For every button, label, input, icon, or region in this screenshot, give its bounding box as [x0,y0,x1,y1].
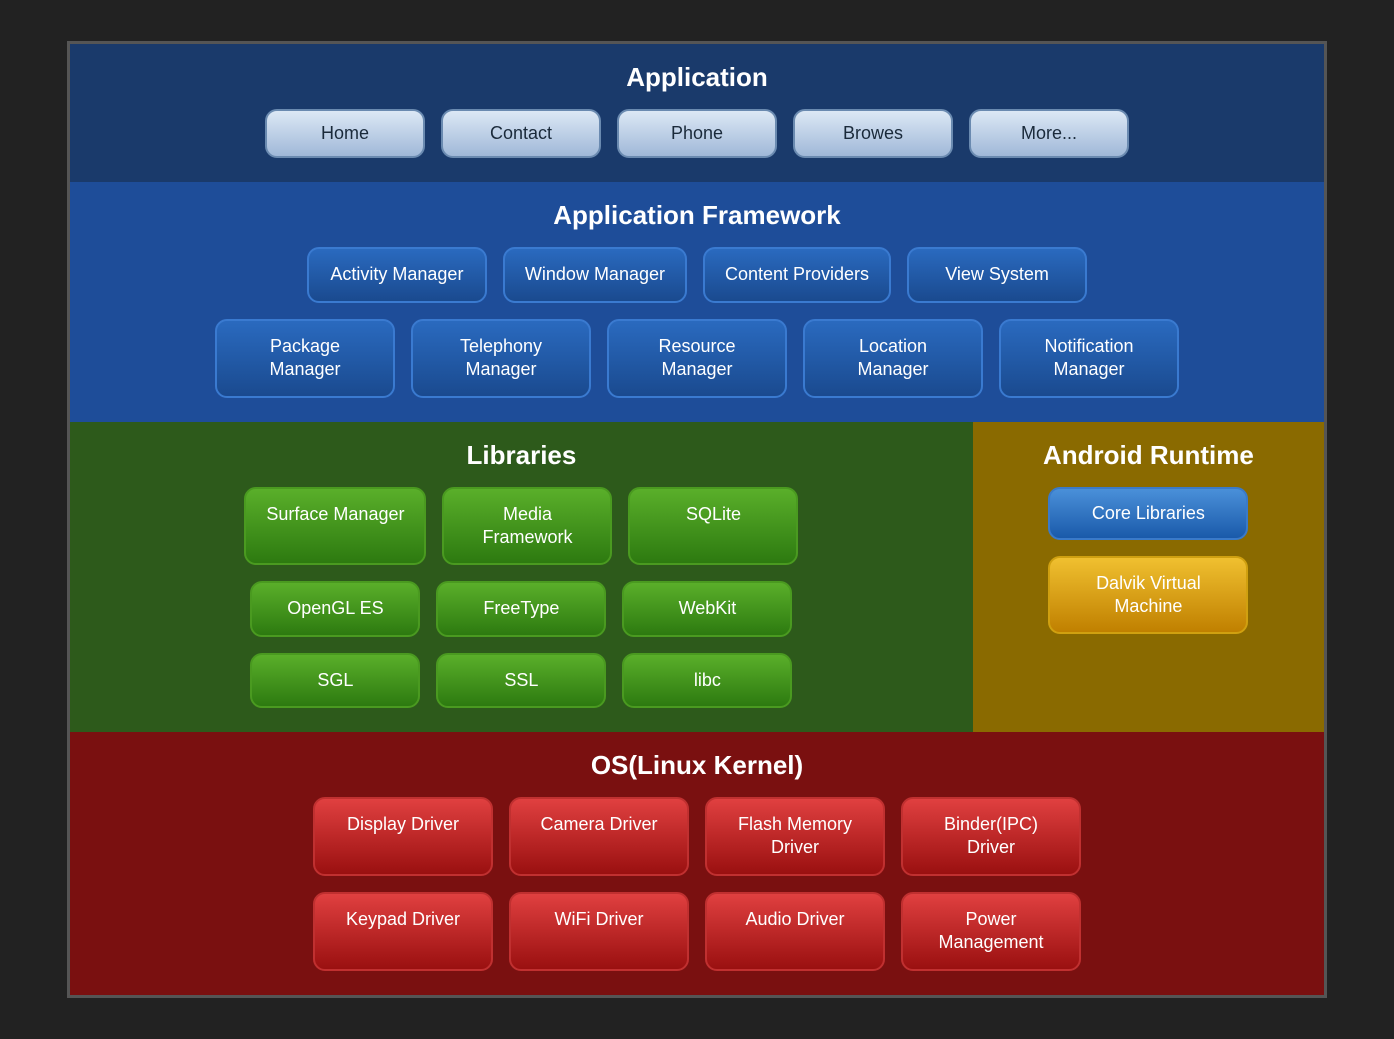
os-row2: Keypad DriverWiFi DriverAudio DriverPowe… [100,892,1294,971]
app-button: Phone [617,109,777,158]
runtime-section: Android Runtime Core Libraries Dalvik Vi… [973,422,1324,733]
library-button: SQLite [628,487,798,566]
library-button: Surface Manager [244,487,426,566]
application-title: Application [626,62,768,93]
app-button: Home [265,109,425,158]
app-button: Contact [441,109,601,158]
library-button: Media Framework [442,487,612,566]
core-libraries-button: Core Libraries [1048,487,1248,540]
library-button: SGL [250,653,420,708]
library-button: FreeType [436,581,606,636]
os-title: OS(Linux Kernel) [591,750,803,781]
app-button: More... [969,109,1129,158]
os-button: Flash Memory Driver [705,797,885,876]
libraries-row1: Surface ManagerMedia FrameworkSQLite [100,487,943,566]
library-button: libc [622,653,792,708]
framework-button: Window Manager [503,247,687,302]
os-button: Keypad Driver [313,892,493,971]
application-section: Application Home Contact Phone Browes More..… [70,44,1324,182]
android-architecture-diagram: Application Home Contact Phone Browes More..… [67,41,1327,997]
framework-row1: Activity Manager Window Manager Content Pr… [100,247,1294,302]
app-button: Browes [793,109,953,158]
libraries-title: Libraries [467,440,577,471]
framework-title: Application Framework [553,200,841,231]
os-button: Camera Driver [509,797,689,876]
framework-button: Resource Manager [607,319,787,398]
framework-button: Package Manager [215,319,395,398]
application-buttons-row: Home Contact Phone Browes More... [100,109,1294,158]
libraries-row2: OpenGL ES FreeType WebKit [100,581,943,636]
framework-row2: Package ManagerTelephony ManagerResource… [100,319,1294,398]
library-button: SSL [436,653,606,708]
os-button: Binder(IPC) Driver [901,797,1081,876]
framework-button: Activity Manager [307,247,487,302]
runtime-title: Android Runtime [1043,440,1254,471]
libraries-section: Libraries Surface ManagerMedia Framework… [70,422,973,733]
os-row1: Display DriverCamera DriverFlash Memory … [100,797,1294,876]
dalvik-button: Dalvik Virtual Machine [1048,556,1248,635]
os-button: Power Management [901,892,1081,971]
libraries-row3: SGL SSL libc [100,653,943,708]
framework-button: Notification Manager [999,319,1179,398]
framework-button: Location Manager [803,319,983,398]
library-button: WebKit [622,581,792,636]
os-button: WiFi Driver [509,892,689,971]
os-section: OS(Linux Kernel) Display DriverCamera Dr… [70,732,1324,995]
os-button: Audio Driver [705,892,885,971]
framework-button: Content Providers [703,247,891,302]
framework-section: Application Framework Activity Manager Wi… [70,182,1324,421]
framework-button: View System [907,247,1087,302]
library-button: OpenGL ES [250,581,420,636]
os-button: Display Driver [313,797,493,876]
framework-button: Telephony Manager [411,319,591,398]
libraries-runtime-section: Libraries Surface ManagerMedia Framework… [70,422,1324,733]
